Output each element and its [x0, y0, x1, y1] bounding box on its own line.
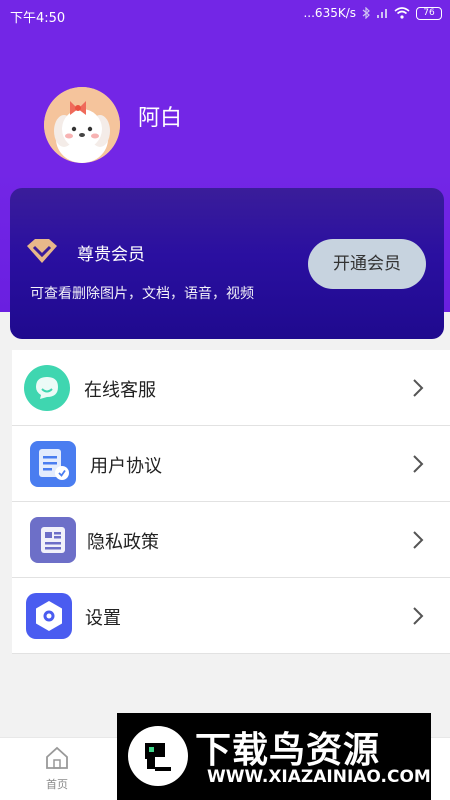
- document-icon: [30, 517, 76, 563]
- home-icon: [46, 746, 68, 769]
- agreement-doc-icon: [30, 441, 76, 487]
- cartoon-dog-avatar-icon: [44, 87, 120, 163]
- avatar[interactable]: [44, 87, 120, 163]
- vip-description: 可查看删除图片，文档，语音，视频: [30, 286, 254, 302]
- menu-item-settings[interactable]: 设置: [12, 578, 450, 654]
- status-time: 下午4:50: [10, 11, 66, 26]
- menu-item-privacy-policy[interactable]: 隐私政策: [12, 502, 450, 578]
- chevron-right-icon: [413, 455, 424, 473]
- wifi-icon: [394, 7, 410, 19]
- nav-home-label: 首页: [46, 778, 68, 791]
- watermark-title: 下载鸟资源: [195, 730, 381, 771]
- diamond-icon: [27, 239, 57, 263]
- bird-logo-icon: [128, 726, 188, 786]
- menu-item-label: 设置: [85, 608, 121, 629]
- chevron-right-icon: [413, 531, 424, 549]
- bluetooth-icon: [362, 7, 370, 19]
- nav-item-home[interactable]: 首页: [40, 746, 74, 792]
- menu-item-label: 用户协议: [90, 456, 162, 477]
- username: 阿白: [138, 106, 183, 131]
- menu-item-online-service[interactable]: 在线客服: [12, 350, 450, 426]
- status-indicators: ...635K/s 76: [303, 6, 442, 20]
- signal-bars-icon: [377, 9, 387, 18]
- open-vip-button[interactable]: 开通会员: [308, 239, 426, 289]
- watermark-banner: 下载鸟资源 WWW.XIAZAINIAO.COM: [117, 713, 431, 800]
- menu-item-label: 在线客服: [84, 380, 156, 401]
- watermark-url: WWW.XIAZAINIAO.COM: [207, 767, 431, 787]
- battery-indicator: 76: [416, 6, 442, 20]
- menu-list: 在线客服 用户协议 隐私政策 设置: [12, 350, 450, 654]
- settings-hex-icon: [26, 593, 72, 639]
- network-speed: ...635K/s: [303, 6, 356, 20]
- menu-item-user-agreement[interactable]: 用户协议: [12, 426, 450, 502]
- chevron-right-icon: [413, 379, 424, 397]
- vip-title: 尊贵会员: [77, 245, 145, 265]
- menu-item-label: 隐私政策: [87, 532, 159, 553]
- chat-bubble-icon: [24, 365, 70, 411]
- status-bar: 下午4:50 ...635K/s 76: [0, 0, 450, 30]
- chevron-right-icon: [413, 607, 424, 625]
